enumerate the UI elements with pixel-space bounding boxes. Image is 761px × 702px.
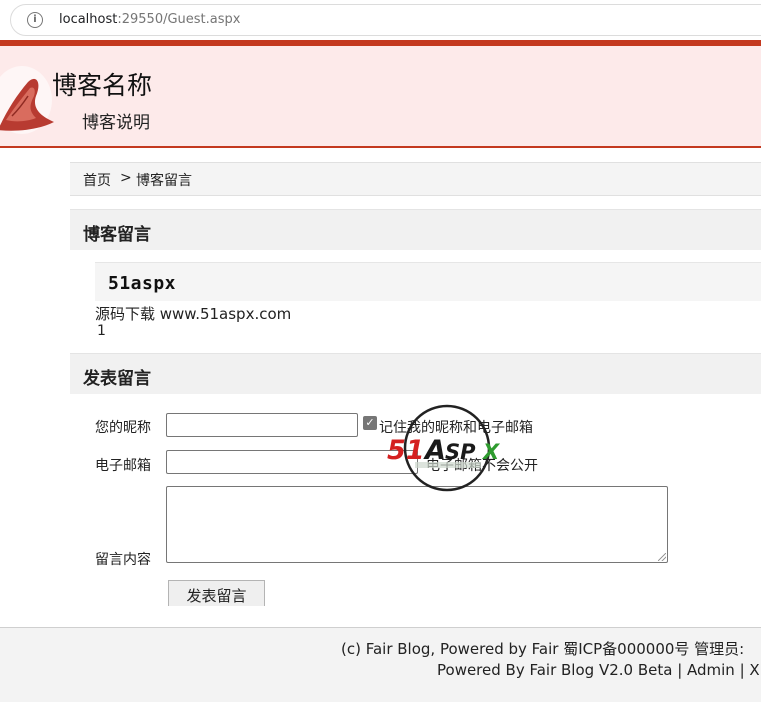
comment-author: 51aspx xyxy=(108,273,177,294)
footer-copyright: (c) Fair Blog, Powered by Fair 蜀ICP备0000… xyxy=(341,640,745,658)
url-bar[interactable]: i localhost:29550/Guest.aspx xyxy=(10,4,761,36)
submit-button[interactable]: 发表留言 xyxy=(168,580,265,606)
comment-content: 源码下载 www.51aspx.com xyxy=(95,305,292,323)
footer: (c) Fair Blog, Powered by Fair 蜀ICP备0000… xyxy=(0,627,761,702)
email-label: 电子邮箱 xyxy=(95,458,151,474)
watermark-a: A xyxy=(423,435,446,466)
info-icon[interactable]: i xyxy=(27,12,43,28)
blog-title[interactable]: 博客名称 xyxy=(52,66,152,102)
guestbook-section-header: 博客留言 xyxy=(70,209,761,250)
guestbook-section-title: 博客留言 xyxy=(83,225,151,245)
footer-powered-by: Powered By Fair Blog V2.0 Beta | Admin |… xyxy=(437,661,760,679)
post-section-header: 发表留言 xyxy=(70,353,761,394)
breadcrumb: 首页 > 博客留言 xyxy=(70,162,761,196)
breadcrumb-separator: > xyxy=(120,170,132,186)
blog-header: 博客名称 博客说明 xyxy=(0,46,761,148)
watermark-x: X xyxy=(481,440,501,464)
url-text[interactable]: localhost:29550/Guest.aspx xyxy=(59,12,240,27)
resize-grip-icon[interactable] xyxy=(658,553,666,561)
url-path: :29550/Guest.aspx xyxy=(117,12,241,27)
email-input[interactable] xyxy=(166,450,418,474)
nickname-label: 您的昵称 xyxy=(95,420,151,436)
blog-description: 博客说明 xyxy=(82,113,150,133)
url-host: localhost xyxy=(59,12,118,27)
watermark-logo: 51 A SP X xyxy=(387,404,501,492)
nickname-input[interactable] xyxy=(166,413,358,437)
watermark-51: 51 xyxy=(387,435,425,466)
breadcrumb-home-link[interactable]: 首页 xyxy=(83,170,111,190)
remember-checkbox[interactable]: ✓ xyxy=(363,416,377,430)
post-section-title: 发表留言 xyxy=(83,369,151,389)
browser-address-bar: i localhost:29550/Guest.aspx xyxy=(0,0,761,38)
content-textarea[interactable] xyxy=(166,486,668,563)
watermark-sp: SP xyxy=(445,440,476,464)
breadcrumb-current: 博客留言 xyxy=(136,173,192,189)
comment-number: 1 xyxy=(97,323,106,339)
content-label: 留言内容 xyxy=(95,552,151,568)
comment-header: 51aspx xyxy=(95,262,761,301)
